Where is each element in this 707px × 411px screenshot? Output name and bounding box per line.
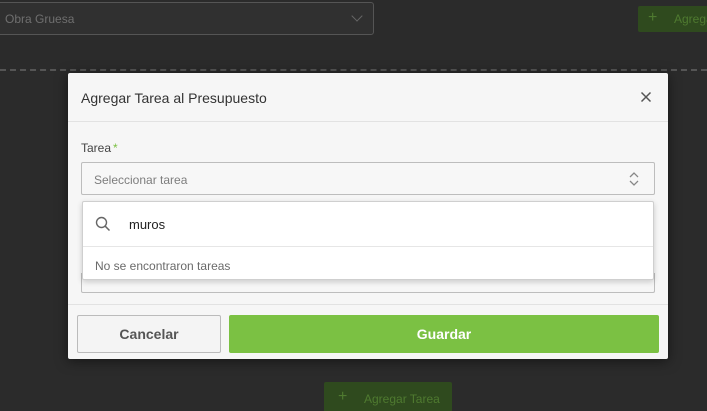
required-mark: * [113, 141, 118, 155]
task-search-input[interactable] [129, 214, 609, 234]
stage-select-value: Obra Gruesa [5, 12, 75, 26]
task-label-text: Tarea [81, 141, 112, 155]
modal-title: Agregar Tarea al Presupuesto [81, 90, 267, 106]
task-select-placeholder: Seleccionar tarea [94, 173, 188, 187]
no-results-message: No se encontraron tareas [95, 259, 231, 273]
chevron-up-down-icon [629, 172, 639, 186]
add-task-modal: Agregar Tarea al Presupuesto Tarea * Sele… [68, 73, 668, 359]
add-task-label: Agregar Tarea [364, 392, 440, 406]
chevron-down-icon [351, 10, 363, 22]
stage-select: Obra Gruesa [0, 2, 374, 35]
modal-header: Agregar Tarea al Presupuesto [68, 73, 668, 122]
save-button[interactable]: Guardar [229, 315, 659, 353]
add-task-button-top: + Agregar Tarea [638, 6, 707, 32]
cancel-button[interactable]: Cancelar [77, 315, 221, 353]
plus-icon: + [338, 388, 348, 405]
search-icon [95, 216, 111, 232]
modal-footer: Cancelar Guardar [68, 304, 668, 359]
plus-icon: + [648, 9, 658, 26]
dropdown-search-row [83, 202, 653, 247]
task-dropdown: No se encontraron tareas [82, 201, 654, 280]
close-icon [640, 91, 652, 103]
dashed-divider [0, 69, 707, 71]
add-task-label: Agregar Tarea [674, 12, 707, 26]
task-select[interactable]: Seleccionar tarea [81, 162, 655, 195]
add-task-button-bottom: + Agregar Tarea [324, 382, 452, 411]
task-field-label: Tarea * [81, 141, 118, 155]
close-button[interactable] [636, 87, 656, 107]
